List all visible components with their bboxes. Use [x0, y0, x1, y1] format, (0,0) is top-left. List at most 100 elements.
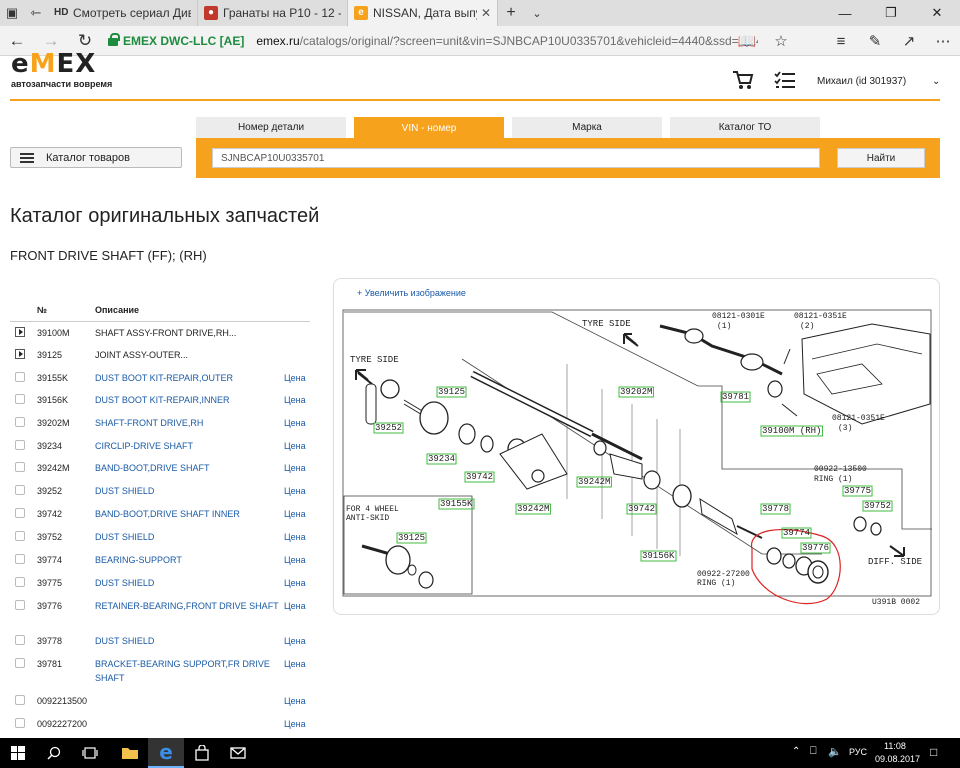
label-39242m-a[interactable]: 39242M [517, 504, 549, 514]
price-link[interactable]: Цена [284, 371, 306, 385]
label-bolt-3[interactable]: 08121-0351E [832, 414, 885, 423]
tab-part-number[interactable]: Номер детали [196, 117, 346, 138]
price-link[interactable]: Цена [284, 694, 306, 708]
order-list-icon[interactable] [774, 70, 796, 90]
label-bolt-2[interactable]: 08121-0351E [794, 312, 847, 321]
vin-input[interactable] [212, 148, 820, 168]
web-note-icon[interactable]: ✎ [858, 32, 892, 50]
reading-view-icon[interactable]: 📖 [730, 32, 764, 50]
start-button[interactable] [0, 738, 36, 768]
volume-icon[interactable]: 🔈 [828, 745, 842, 758]
tab-brand[interactable]: Марка [512, 117, 662, 138]
part-description[interactable]: DUST SHIELD [95, 576, 283, 590]
refresh-icon[interactable]: ↻ [68, 26, 102, 56]
close-tab-icon[interactable]: ✕ [477, 6, 491, 20]
label-39155k[interactable]: 39155K [440, 499, 473, 509]
minimize-icon[interactable]: — [822, 0, 868, 26]
browser-tab-2[interactable]: ● Гранаты на Р10 - 12 - Руле [198, 0, 348, 26]
new-tab-icon[interactable]: + [498, 0, 524, 26]
price-link[interactable]: Цена [284, 657, 306, 671]
tab-preview-chevron-icon[interactable]: ⌄ [524, 0, 550, 26]
part-description[interactable]: DUST BOOT KIT-REPAIR,OUTER [95, 371, 283, 385]
row-checkbox[interactable] [15, 577, 25, 587]
label-39742-a[interactable]: 39742 [466, 472, 493, 482]
search-button[interactable]: Найти [837, 148, 925, 168]
row-checkbox[interactable] [15, 485, 25, 495]
label-39252[interactable]: 39252 [375, 423, 402, 433]
part-description[interactable]: CIRCLIP-DRIVE SHAFT [95, 439, 283, 453]
tab-actions-icon[interactable]: ▣ [0, 0, 24, 26]
share-icon[interactable]: ↗ [892, 32, 926, 50]
row-checkbox[interactable] [15, 417, 25, 427]
hub-icon[interactable]: ≡ [824, 33, 858, 50]
exploded-diagram[interactable]: TYRE SIDE TYRE SIDE DIFF. SIDE FOR 4 WHE… [342, 304, 934, 609]
clock-time[interactable]: 11:08 [884, 741, 906, 751]
price-link[interactable]: Цена [284, 484, 306, 498]
label-39100m[interactable]: 39100M (RH) [762, 426, 821, 436]
more-icon[interactable]: ⋯ [926, 32, 960, 50]
price-link[interactable]: Цена [284, 507, 306, 521]
browser-tab-1[interactable]: HD Смотреть сериал Диве [48, 0, 198, 26]
network-icon[interactable]: ⎕ [810, 745, 817, 758]
tab-vin[interactable]: VIN - номер [354, 117, 504, 139]
label-39781[interactable]: 39781 [722, 392, 749, 402]
part-description[interactable]: DUST BOOT KIT-REPAIR,INNER [95, 393, 283, 407]
label-39742-b[interactable]: 39742 [628, 504, 655, 514]
tray-chevron-icon[interactable]: ⌃ [792, 746, 800, 757]
label-39202m[interactable]: 39202M [620, 387, 652, 397]
label-39778[interactable]: 39778 [762, 504, 789, 514]
row-checkbox[interactable] [15, 600, 25, 610]
store-icon[interactable] [184, 738, 220, 768]
url-field[interactable]: EMEX DWC-LLC [AE] emex.ru/catalogs/origi… [108, 26, 758, 56]
part-description[interactable]: BRACKET-BEARING SUPPORT,FR DRIVE SHAFT [95, 657, 283, 685]
row-checkbox[interactable] [15, 658, 25, 668]
favorite-star-icon[interactable]: ☆ [764, 32, 798, 50]
part-description[interactable]: DUST SHIELD [95, 530, 283, 544]
clock-date[interactable]: 09.08.2017 [875, 754, 920, 764]
label-39775[interactable]: 39775 [844, 486, 871, 496]
forward-arrow-icon[interactable]: → [34, 26, 68, 56]
row-checkbox[interactable] [15, 695, 25, 705]
chevron-down-icon[interactable]: ⌄ [932, 76, 940, 87]
row-checkbox[interactable] [15, 372, 25, 382]
expand-icon[interactable] [15, 349, 25, 359]
row-checkbox[interactable] [15, 440, 25, 450]
price-link[interactable]: Цена [284, 599, 306, 613]
part-description[interactable]: BAND-BOOT,DRIVE SHAFT [95, 461, 283, 475]
row-checkbox[interactable] [15, 531, 25, 541]
price-link[interactable]: Цена [284, 393, 306, 407]
browser-tab-3[interactable]: e NISSAN, Дата выпуска: ✕ [348, 0, 498, 26]
back-tabs-icon[interactable]: ⇽ [24, 0, 48, 26]
part-description[interactable]: DUST SHIELD [95, 634, 283, 648]
label-bolt-1[interactable]: 08121-0301E [712, 312, 765, 321]
close-window-icon[interactable]: ✕ [914, 0, 960, 26]
cart-icon[interactable] [732, 70, 754, 90]
notifications-icon[interactable]: □ [930, 745, 937, 759]
file-explorer-icon[interactable] [112, 738, 148, 768]
price-link[interactable]: Цена [284, 634, 306, 648]
emex-logo[interactable]: eMEX автозапчасти вовремя [11, 53, 126, 93]
part-description[interactable]: DUST SHIELD [95, 484, 283, 498]
row-checkbox[interactable] [15, 554, 25, 564]
label-39156k[interactable]: 39156K [642, 551, 675, 561]
language-indicator[interactable]: РУС [849, 747, 867, 757]
tab-maintenance-catalog[interactable]: Каталог ТО [670, 117, 820, 138]
label-39774[interactable]: 39774 [783, 528, 810, 538]
label-39242m-b[interactable]: 39242M [578, 477, 610, 487]
row-checkbox[interactable] [15, 635, 25, 645]
price-link[interactable]: Цена [284, 530, 306, 544]
price-link[interactable]: Цена [284, 717, 306, 731]
part-description[interactable]: SHAFT-FRONT DRIVE,RH [95, 416, 283, 430]
row-checkbox[interactable] [15, 508, 25, 518]
task-view-icon[interactable] [72, 738, 108, 768]
user-menu[interactable]: Михаил (id 301937) [817, 76, 906, 87]
row-checkbox[interactable] [15, 394, 25, 404]
edge-browser-icon[interactable]: e [148, 738, 184, 768]
label-ring-1[interactable]: 00922-13500 [814, 465, 867, 474]
zoom-image-link[interactable]: + Увеличить изображение [357, 288, 466, 298]
row-checkbox[interactable] [15, 462, 25, 472]
expand-icon[interactable] [15, 327, 25, 337]
price-link[interactable]: Цена [284, 416, 306, 430]
price-link[interactable]: Цена [284, 553, 306, 567]
part-description[interactable]: BEARING-SUPPORT [95, 553, 283, 567]
